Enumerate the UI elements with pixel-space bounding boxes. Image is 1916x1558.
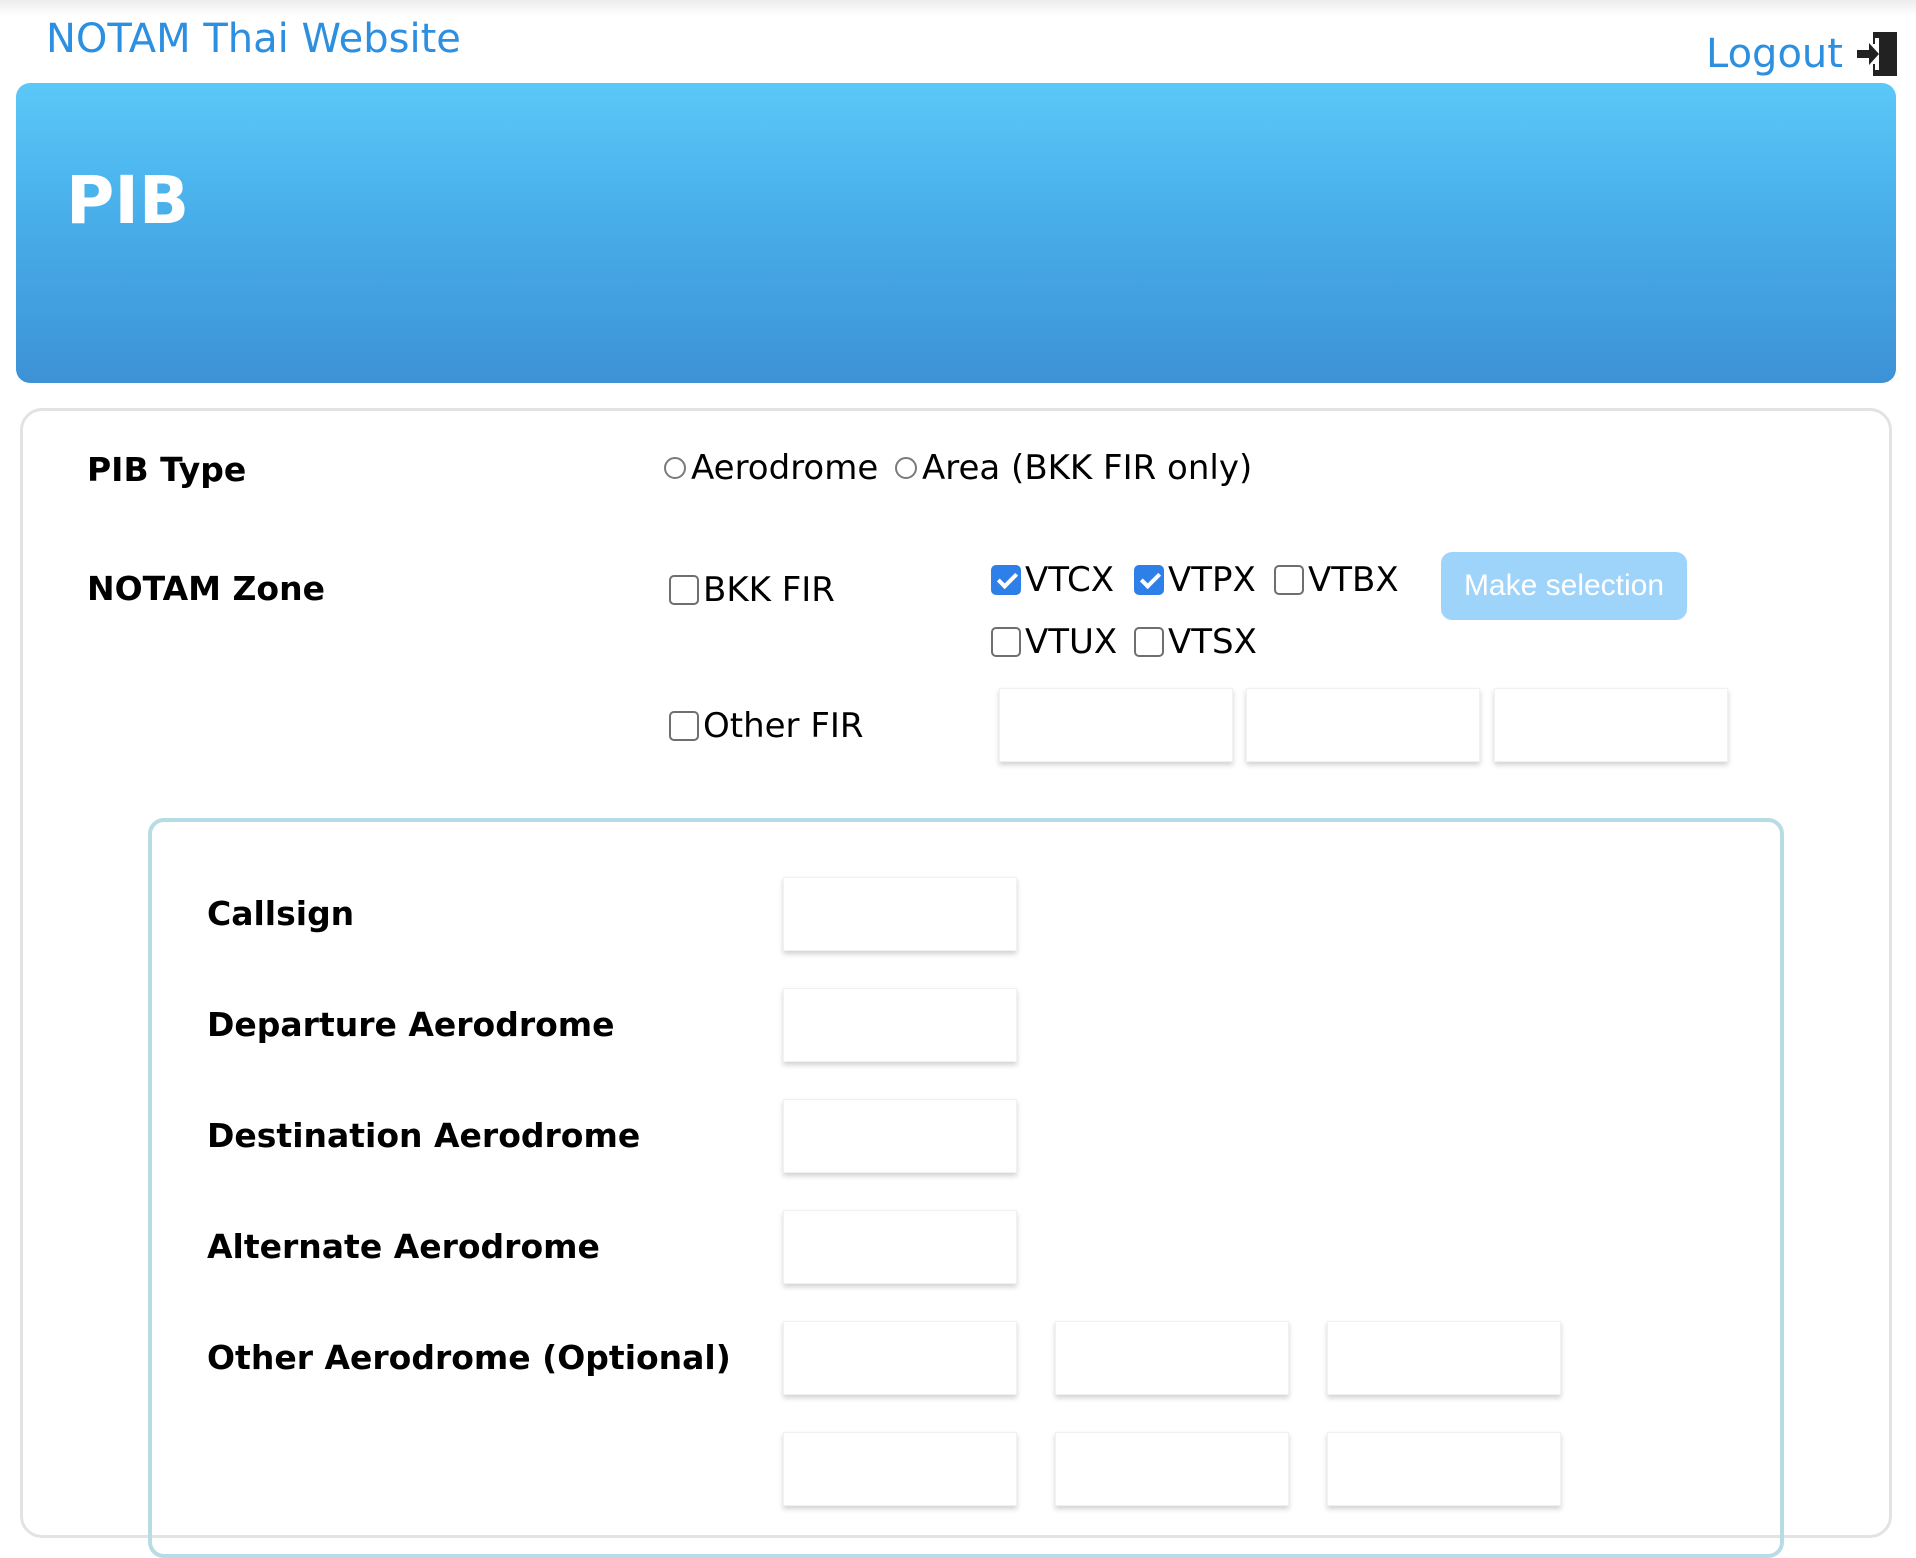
- other-aerodrome-input-5[interactable]: [1055, 1432, 1289, 1506]
- destination-aerodrome-label: Destination Aerodrome: [207, 1116, 641, 1155]
- callsign-input[interactable]: [783, 877, 1017, 951]
- checkbox-box[interactable]: [1274, 565, 1304, 595]
- alternate-aerodrome-label: Alternate Aerodrome: [207, 1227, 600, 1266]
- checkbox-bkk-fir[interactable]: BKK FIR: [669, 570, 835, 610]
- exit-door-icon: [1856, 32, 1897, 76]
- checkbox-vtux[interactable]: VTUX: [991, 622, 1117, 662]
- logout-button[interactable]: Logout: [1706, 30, 1901, 78]
- checkbox-vtsx-label: VTSX: [1168, 622, 1257, 662]
- checkbox-box[interactable]: [991, 627, 1021, 657]
- destination-aerodrome-input[interactable]: [783, 1099, 1017, 1173]
- other-aerodrome-input-4[interactable]: [783, 1432, 1017, 1506]
- pib-type-label: PIB Type: [87, 450, 247, 489]
- checkbox-box[interactable]: [1134, 627, 1164, 657]
- checkbox-bkk-fir-label: BKK FIR: [703, 570, 835, 610]
- logout-label: Logout: [1706, 31, 1843, 77]
- make-selection-button[interactable]: Make selection: [1441, 552, 1687, 620]
- checkbox-vtpx[interactable]: VTPX: [1134, 560, 1256, 600]
- checkbox-box[interactable]: [669, 575, 699, 605]
- checkbox-vtcx-label: VTCX: [1025, 560, 1115, 600]
- checkbox-vtux-label: VTUX: [1025, 622, 1118, 662]
- checkbox-vtsx[interactable]: VTSX: [1134, 622, 1257, 662]
- checkbox-vtcx[interactable]: VTCX: [991, 560, 1114, 600]
- site-title-link[interactable]: NOTAM Thai Website: [46, 16, 461, 62]
- alternate-aerodrome-input[interactable]: [783, 1210, 1017, 1284]
- other-fir-input-2[interactable]: [1246, 688, 1480, 762]
- radio-circle[interactable]: [664, 457, 686, 479]
- radio-circle[interactable]: [895, 457, 917, 479]
- other-aerodrome-label: Other Aerodrome (Optional): [207, 1338, 731, 1377]
- radio-aerodrome-label: Aerodrome: [691, 448, 879, 488]
- top-shade: [0, 0, 1916, 16]
- other-fir-input-3[interactable]: [1494, 688, 1728, 762]
- callsign-label: Callsign: [207, 894, 355, 933]
- departure-aerodrome-input[interactable]: [783, 988, 1017, 1062]
- departure-aerodrome-label: Departure Aerodrome: [207, 1005, 615, 1044]
- checkbox-other-fir-label: Other FIR: [703, 706, 864, 746]
- checkbox-other-fir[interactable]: Other FIR: [669, 706, 864, 746]
- checkbox-vtbx-label: VTBX: [1308, 560, 1399, 600]
- checkbox-box-checked[interactable]: [991, 565, 1021, 595]
- header-banner: [16, 83, 1896, 383]
- radio-area-label: Area (BKK FIR only): [922, 448, 1253, 488]
- other-aerodrome-input-3[interactable]: [1327, 1321, 1561, 1395]
- checkbox-box-checked[interactable]: [1134, 565, 1164, 595]
- page-title: PIB: [66, 162, 190, 239]
- other-aerodrome-input-2[interactable]: [1055, 1321, 1289, 1395]
- radio-area[interactable]: Area (BKK FIR only): [895, 448, 1252, 488]
- notam-zone-label: NOTAM Zone: [87, 569, 325, 608]
- checkbox-box[interactable]: [669, 711, 699, 741]
- checkbox-vtpx-label: VTPX: [1168, 560, 1256, 600]
- other-aerodrome-input-1[interactable]: [783, 1321, 1017, 1395]
- radio-aerodrome[interactable]: Aerodrome: [664, 448, 878, 488]
- checkbox-vtbx[interactable]: VTBX: [1274, 560, 1399, 600]
- other-fir-input-1[interactable]: [999, 688, 1233, 762]
- other-aerodrome-input-6[interactable]: [1327, 1432, 1561, 1506]
